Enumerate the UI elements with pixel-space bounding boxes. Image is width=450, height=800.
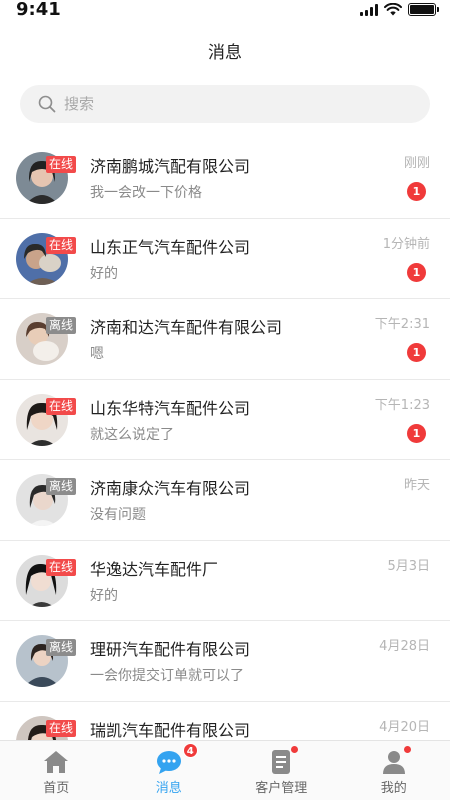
unread-count-badge: 1: [407, 343, 426, 362]
document-icon: [272, 750, 291, 774]
tab-bar: 首页 4 消息 客户管理 我的: [0, 740, 450, 800]
tab-home[interactable]: 首页: [0, 741, 113, 800]
tab-profile[interactable]: 我的: [338, 741, 450, 800]
conversation-time: 刚刚: [403, 156, 430, 171]
tab-label: 客户管理: [255, 781, 308, 796]
conversation-time: 下午2:31: [374, 317, 430, 332]
conversation-preview: 嗯: [90, 346, 104, 362]
conversation-item[interactable]: 离线 济南康众汽车有限公司 没有问题 昨天: [0, 460, 450, 541]
conversation-list: 在线 济南鹏城汽配有限公司 我一会改一下价格 刚刚 1 在线 山东正气汽车配件公…: [0, 138, 450, 740]
conversation-time: 4月20日: [379, 719, 430, 735]
battery-icon: [408, 3, 439, 16]
conversation-name: 华逸达汽车配件厂: [90, 559, 219, 579]
status-badge: 在线: [46, 236, 77, 254]
chat-bubble-icon: [156, 751, 181, 774]
unread-count-badge: 1: [407, 182, 426, 201]
conversation-item[interactable]: 在线 华逸达汽车配件厂 好的 5月3日: [0, 541, 450, 621]
conversation-time: 昨天: [403, 478, 430, 493]
conversation-item[interactable]: 在线 瑞凯汽车配件有限公司 4月20日: [0, 702, 450, 740]
conversation-name: 山东正气汽车配件公司: [90, 237, 251, 257]
conversation-item[interactable]: 在线 山东华特汽车配件公司 就这么说定了 下午1:23 1: [0, 380, 450, 460]
conversation-name: 济南鹏城汽配有限公司: [90, 157, 251, 176]
tab-unread-badge: 4: [182, 743, 198, 758]
tab-label: 首页: [43, 781, 70, 796]
status-bar: 9:41: [0, 0, 450, 24]
notification-dot: [291, 746, 299, 753]
conversation-name: 山东华特汽车配件公司: [90, 398, 251, 418]
status-badge: 在线: [46, 156, 77, 173]
status-badge: 在线: [46, 397, 77, 415]
wifi-icon: [384, 3, 402, 16]
conversation-time: 5月3日: [387, 558, 430, 574]
unread-count-badge: 1: [407, 423, 426, 443]
conversation-time: 1分钟前: [382, 236, 430, 252]
search-input[interactable]: [64, 95, 404, 113]
conversation-item[interactable]: 在线 山东正气汽车配件公司 好的 1分钟前 1: [0, 219, 450, 299]
conversation-preview: 就这么说定了: [90, 426, 174, 443]
conversation-preview: 一会你提交订单就可以了: [90, 668, 244, 684]
conversation-time: 4月28日: [379, 639, 430, 654]
unread-count-badge: 1: [407, 262, 426, 282]
status-badge: 离线: [46, 478, 77, 495]
conversation-item[interactable]: 离线 理研汽车配件有限公司 一会你提交订单就可以了 4月28日: [0, 621, 450, 702]
conversation-preview: 好的: [90, 265, 118, 282]
cellular-signal-icon: [360, 3, 378, 16]
search-icon: [38, 95, 56, 113]
conversation-preview: 好的: [90, 587, 118, 604]
status-badge: 在线: [46, 558, 77, 576]
conversation-name: 理研汽车配件有限公司: [90, 640, 251, 659]
conversation-name: 济南康众汽车有限公司: [90, 479, 251, 498]
page-title: 消息: [208, 43, 242, 63]
conversation-item[interactable]: 在线 济南鹏城汽配有限公司 我一会改一下价格 刚刚 1: [0, 138, 450, 219]
notification-dot: [403, 746, 411, 753]
status-icons: [360, 3, 439, 16]
home-icon: [44, 751, 69, 773]
conversation-preview: 没有问题: [90, 507, 146, 523]
status-badge: 离线: [46, 639, 77, 656]
conversation-name: 瑞凯汽车配件有限公司: [90, 720, 251, 740]
status-time: 9:41: [16, 0, 61, 20]
user-icon: [382, 751, 405, 774]
tab-label: 我的: [380, 781, 407, 796]
conversation-preview: 我一会改一下价格: [90, 185, 202, 201]
tab-customer-management[interactable]: 客户管理: [225, 741, 338, 800]
conversation-name: 济南和达汽车配件有限公司: [90, 318, 283, 337]
search-bar[interactable]: [20, 85, 430, 123]
conversation-item[interactable]: 离线 济南和达汽车配件有限公司 嗯 下午2:31 1: [0, 299, 450, 380]
tab-label: 消息: [155, 781, 182, 796]
tab-messages[interactable]: 4 消息: [113, 741, 226, 800]
status-badge: 在线: [46, 719, 77, 737]
status-badge: 离线: [46, 317, 77, 334]
conversation-time: 下午1:23: [374, 397, 430, 413]
